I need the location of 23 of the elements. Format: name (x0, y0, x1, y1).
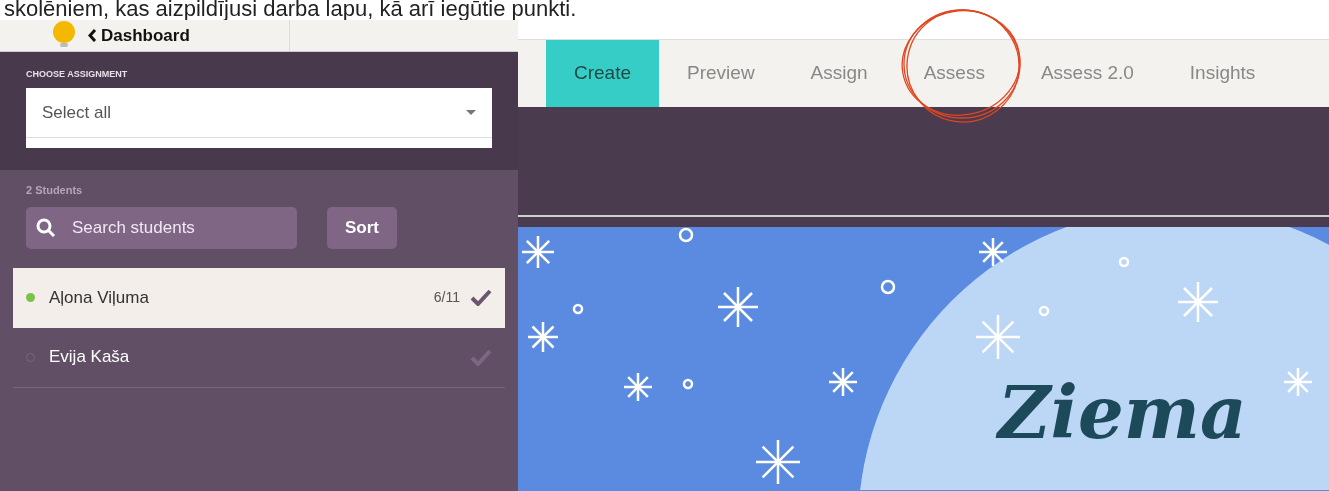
back-link[interactable]: Dashboard (88, 22, 190, 49)
student-name: Evija Kaša (49, 346, 131, 369)
dropdown-caret-icon (466, 109, 476, 116)
nav-tab[interactable]: Assign (782, 40, 896, 107)
search-field[interactable]: Search students (26, 206, 297, 249)
chevron-left-icon (88, 29, 97, 42)
nav-tab[interactable]: Assess (895, 40, 1013, 107)
checkmark-icon (470, 289, 492, 306)
student-count: 2 Students (25, 183, 84, 198)
checkmark-icon (470, 348, 492, 366)
nav-tab[interactable]: Preview (659, 40, 783, 107)
sort-button[interactable]: Sort (327, 206, 397, 249)
assignment-select[interactable]: Select all (26, 87, 492, 148)
document-text: skolēniem, kas aizpildījusi darba lapu, kā arī iegūtie punkti. (4, 0, 577, 20)
search-icon (36, 217, 56, 238)
assignment-label: CHOOSE ASSIGNMENT (26, 68, 129, 81)
student-row[interactable]: Aļona Viļuma 6/11 (13, 267, 505, 328)
student-row[interactable]: Evija Kaša (13, 327, 505, 388)
nav-tab[interactable]: Create (546, 40, 660, 107)
nav-tab[interactable]: Assess 2.0 (1012, 40, 1162, 107)
student-name: Aļona Viļuma (49, 286, 150, 309)
nav-tab[interactable]: Insights (1161, 40, 1284, 107)
student-score: 6/11 (433, 288, 460, 307)
